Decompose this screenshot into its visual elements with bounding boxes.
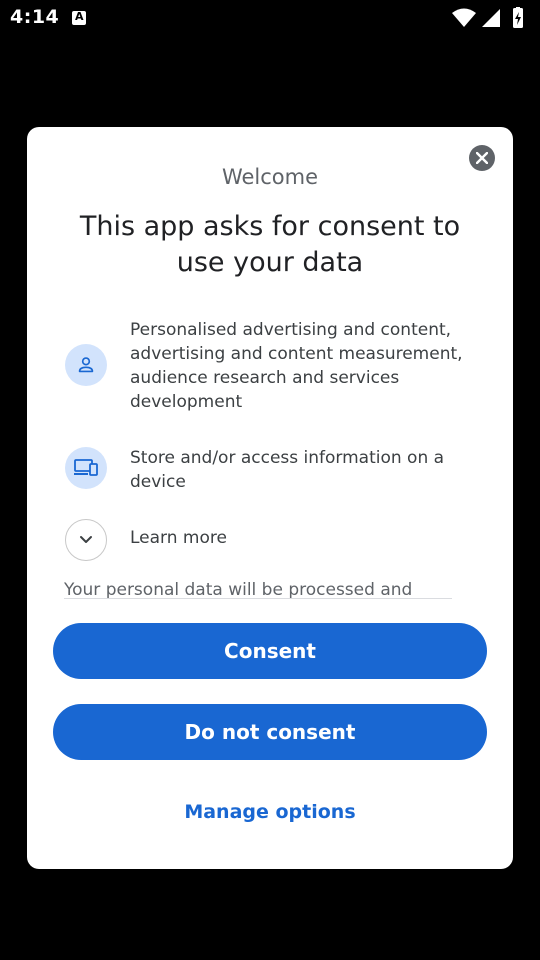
dialog-welcome: Welcome (221, 165, 319, 189)
purpose-item-personalised: Personalised advertising and content, ad… (65, 318, 485, 418)
purpose-item-device-storage: Store and/or access information on a dev… (65, 446, 485, 496)
status-bar: 4:14 (0, 0, 540, 36)
purpose-text: Store and/or access information on a dev… (130, 448, 445, 492)
dialog-title: This app asks for consent to use your da… (79, 211, 461, 278)
purpose-text: Personalised advertising and content, ad… (130, 320, 463, 412)
body-text: Your personal data will be processed and (64, 580, 413, 599)
chevron-down-icon[interactable] (65, 519, 107, 561)
person-icon (65, 344, 107, 386)
devices-icon (65, 447, 107, 489)
learn-more-row[interactable]: Learn more (65, 519, 485, 561)
body-text-clip: Your personal data will be processed and (64, 578, 452, 599)
wifi-icon (452, 8, 476, 27)
battery-charging-icon (513, 7, 523, 28)
notification-a-icon (72, 10, 86, 25)
system-status-icons (452, 7, 523, 28)
status-time: 4:14 (10, 6, 60, 28)
signal-icon (482, 9, 500, 27)
manage-options-link[interactable]: Manage options (27, 801, 513, 823)
do-not-consent-button[interactable]: Do not consent (53, 704, 487, 760)
consent-button[interactable]: Consent (53, 623, 487, 679)
learn-more-label: Learn more (130, 528, 227, 548)
close-icon (476, 152, 488, 164)
consent-dialog: Welcome This app asks for consent to use… (27, 127, 513, 869)
